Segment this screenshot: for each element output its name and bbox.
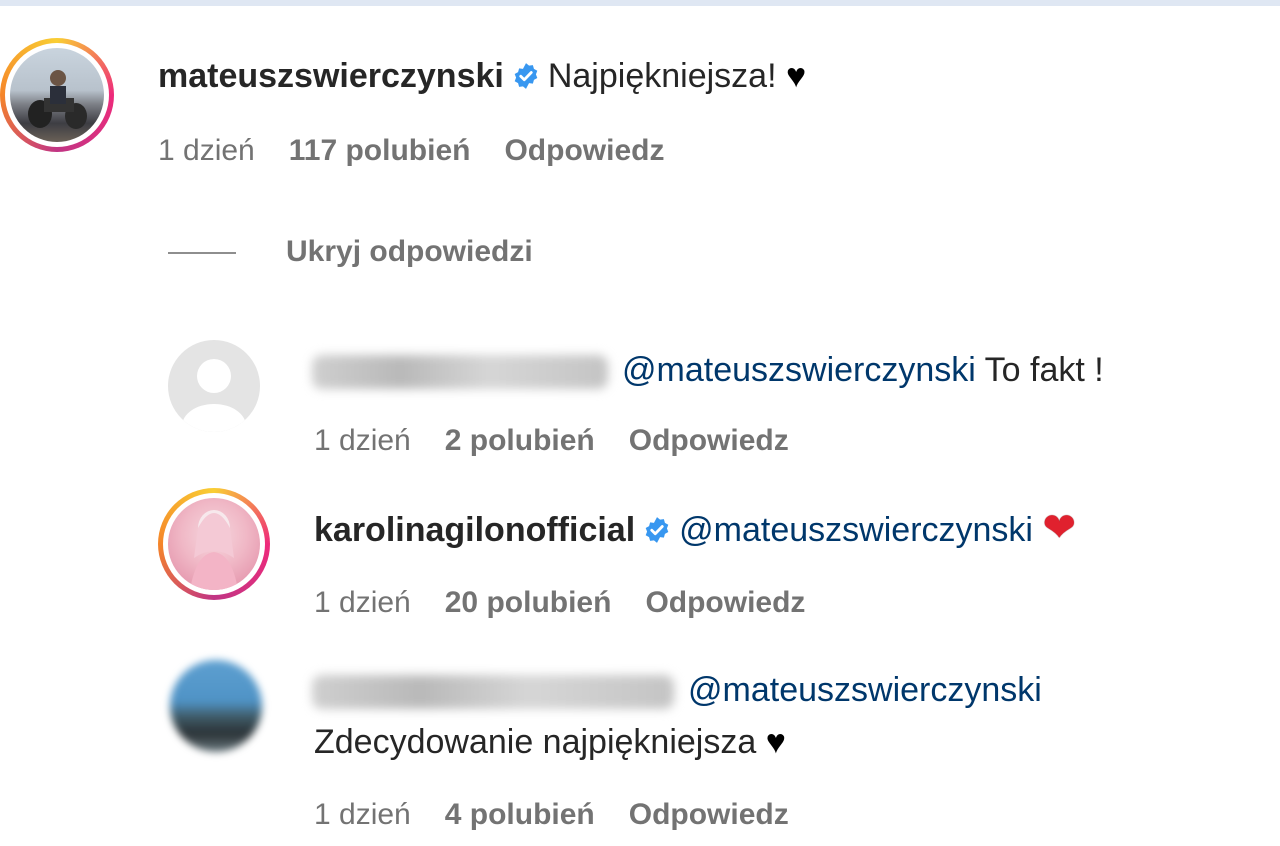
reply-button[interactable]: Odpowiedz bbox=[504, 134, 664, 167]
heart-icon: ♥ bbox=[765, 723, 786, 761]
reply-button[interactable]: Odpowiedz bbox=[629, 424, 789, 457]
reply-2-text-line: karolinagilonofficial @mateuszswierczynsk… bbox=[314, 508, 1076, 550]
likes-count[interactable]: 117 polubień bbox=[289, 134, 471, 167]
comment-time: 1 dzień bbox=[314, 424, 411, 457]
reply-text: Zdecydowanie najpiękniejsza bbox=[314, 723, 757, 761]
avatar-mateuszswierczynski[interactable] bbox=[0, 38, 114, 152]
verified-badge-icon bbox=[514, 63, 538, 89]
avatar-karolinagilonofficial[interactable] bbox=[158, 488, 270, 600]
red-heart-icon: ❤ bbox=[1042, 506, 1076, 550]
profile-photo-icon bbox=[190, 510, 238, 590]
mention[interactable]: @mateuszswierczynski bbox=[688, 671, 1042, 709]
likes-count[interactable]: 4 polubień bbox=[445, 798, 595, 831]
reply-3-text-line-2: Zdecydowanie najpiękniejsza ♥ bbox=[314, 722, 786, 762]
mention[interactable]: @mateuszswierczynski bbox=[679, 511, 1033, 549]
comment-time: 1 dzień bbox=[314, 586, 411, 619]
username[interactable]: mateuszswierczynski bbox=[158, 57, 504, 95]
verified-badge-icon bbox=[645, 517, 669, 543]
blurred-username[interactable] bbox=[312, 355, 608, 390]
hide-replies-button[interactable]: Ukryj odpowiedzi bbox=[286, 234, 533, 270]
heart-icon: ♥ bbox=[785, 57, 807, 95]
reply-2-meta: 1 dzień 20 polubień Odpowiedz bbox=[314, 585, 839, 621]
comment-main-text-line: mateuszswierczynski Najpiękniejsza! ♥ bbox=[158, 56, 806, 96]
mention[interactable]: @mateuszswierczynski bbox=[622, 351, 976, 389]
reply-button[interactable]: Odpowiedz bbox=[629, 798, 789, 831]
comment-time: 1 dzień bbox=[314, 798, 411, 831]
reply-3-text-line-1: @mateuszswierczynski bbox=[312, 670, 1042, 710]
likes-count[interactable]: 20 polubień bbox=[445, 586, 612, 619]
likes-count[interactable]: 2 polubień bbox=[445, 424, 595, 457]
reply-1-text-line: @mateuszswierczynski To fakt ! bbox=[312, 350, 1104, 390]
reply-button[interactable]: Odpowiedz bbox=[645, 586, 805, 619]
hide-replies-divider bbox=[168, 252, 236, 254]
reply-1-meta: 1 dzień 2 polubień Odpowiedz bbox=[314, 423, 823, 459]
comment-main-meta: 1 dzień 117 polubień Odpowiedz bbox=[158, 133, 698, 169]
username[interactable]: karolinagilonofficial bbox=[314, 511, 635, 549]
top-strip bbox=[0, 0, 1280, 6]
default-avatar-icon[interactable] bbox=[168, 340, 260, 432]
reply-3-meta: 1 dzień 4 polubień Odpowiedz bbox=[314, 797, 823, 833]
comment-time: 1 dzień bbox=[158, 134, 255, 167]
comment-text: Najpiękniejsza! bbox=[547, 57, 777, 95]
avatar-blurred[interactable] bbox=[170, 660, 262, 752]
blurred-username[interactable] bbox=[312, 675, 674, 710]
reply-text: To fakt ! bbox=[984, 351, 1104, 389]
motorcycle-photo-icon bbox=[28, 70, 87, 129]
